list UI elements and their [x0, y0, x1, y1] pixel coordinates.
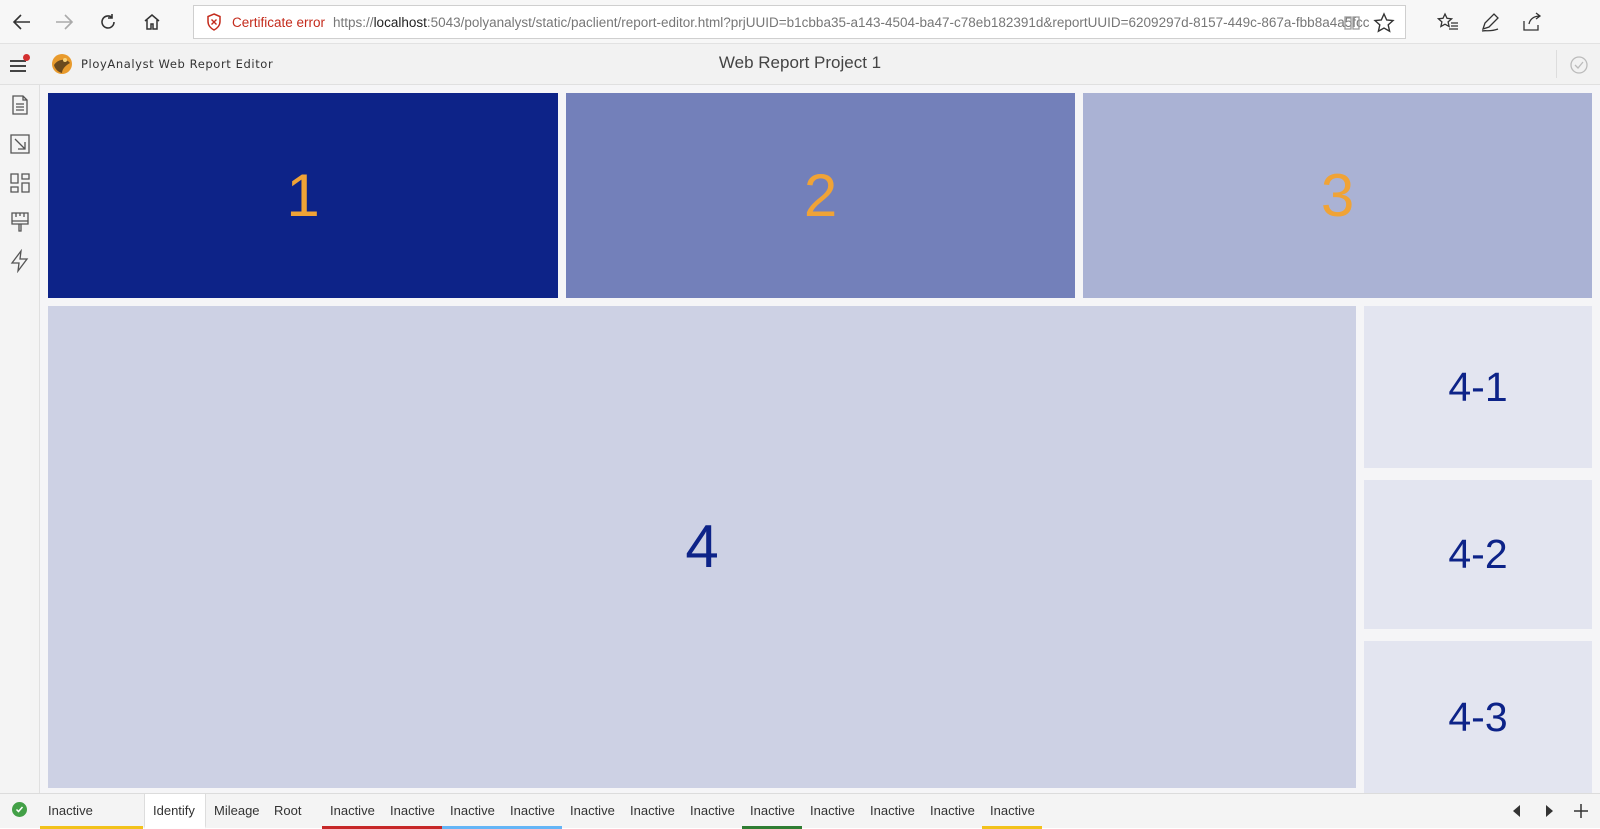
- tile-2-label: 2: [803, 161, 838, 229]
- tile-4-label: 4: [685, 513, 719, 580]
- page-tab[interactable]: Inactive: [682, 794, 742, 829]
- tile-4-2-label: 4-2: [1448, 531, 1508, 577]
- polyanalyst-logo-icon: [52, 54, 72, 74]
- scroll-right-icon[interactable]: [1540, 802, 1558, 820]
- refresh-icon: [101, 14, 115, 29]
- page-tab[interactable]: Mileage: [206, 794, 266, 829]
- url-text: https://localhost:5043/polyanalyst/stati…: [333, 15, 1369, 30]
- format-button[interactable]: [8, 210, 32, 234]
- page-tab[interactable]: Inactive: [922, 794, 982, 829]
- left-toolbar: [0, 85, 40, 793]
- grid-layout-icon: [10, 173, 30, 193]
- browser-toolbar: Certificate error https://localhost:5043…: [0, 0, 1600, 44]
- tile-4-3-label: 4-3: [1448, 693, 1508, 740]
- tile-4-2[interactable]: 4-2: [1364, 480, 1592, 629]
- address-bar[interactable]: Certificate error https://localhost:5043…: [193, 5, 1406, 39]
- layout-button[interactable]: [8, 171, 32, 195]
- check-circle-icon[interactable]: [1568, 54, 1590, 76]
- page-tab[interactable]: Inactive: [982, 794, 1042, 829]
- tile-3-label: 3: [1320, 161, 1355, 229]
- page-tab[interactable]: Root: [266, 794, 322, 829]
- tile-1[interactable]: 1: [48, 93, 558, 298]
- menu-bar: [10, 65, 26, 67]
- page-tab[interactable]: Inactive: [742, 794, 802, 829]
- page-tab[interactable]: Inactive: [322, 794, 382, 829]
- page-tab[interactable]: Identify: [144, 794, 206, 829]
- page-tab[interactable]: Inactive: [40, 794, 143, 829]
- share-icon: [1523, 12, 1542, 31]
- url-host: localhost: [373, 14, 427, 30]
- page-tab[interactable]: Inactive: [442, 794, 502, 829]
- header-divider: [1556, 50, 1557, 78]
- report-canvas: 1 2 3 4 4-1 4-2 4-3: [40, 85, 1600, 793]
- forward-button[interactable]: [48, 6, 80, 38]
- page-tab[interactable]: Inactive: [562, 794, 622, 829]
- home-button[interactable]: [136, 6, 168, 38]
- favorite-star-icon[interactable]: [1373, 12, 1395, 34]
- app-name: PloyAnalyst Web Report Editor: [81, 57, 274, 71]
- pages-button[interactable]: [8, 93, 32, 117]
- menu-button[interactable]: [8, 54, 30, 74]
- tile-4-1[interactable]: 4-1: [1364, 306, 1592, 468]
- lightning-icon: [10, 248, 29, 274]
- pen-icon: [1481, 13, 1499, 32]
- notification-dot: [23, 54, 30, 61]
- shield-warning-icon: [207, 13, 221, 31]
- back-button[interactable]: [6, 6, 38, 38]
- certificate-error-label[interactable]: Certificate error: [232, 15, 325, 30]
- refresh-button[interactable]: [92, 6, 124, 38]
- page-tab[interactable]: Inactive: [502, 794, 562, 829]
- forward-arrow-icon: [56, 14, 74, 30]
- web-note-button[interactable]: [1474, 6, 1506, 38]
- tile-4-1-label: 4-1: [1448, 363, 1508, 410]
- add-page-icon[interactable]: [1572, 802, 1590, 820]
- url-scheme: https://: [333, 14, 374, 30]
- share-button[interactable]: [1516, 6, 1548, 38]
- tile-2[interactable]: 2: [566, 93, 1075, 298]
- import-button[interactable]: [8, 132, 32, 156]
- app-header: PloyAnalyst Web Report Editor Web Report…: [0, 44, 1600, 85]
- tile-4-3[interactable]: 4-3: [1364, 641, 1592, 793]
- tile-3[interactable]: 3: [1083, 93, 1592, 298]
- status-ok-icon: [12, 802, 27, 817]
- favorites-hub-button[interactable]: [1432, 6, 1464, 38]
- actions-button[interactable]: [8, 248, 32, 274]
- reading-view-icon[interactable]: [1343, 14, 1361, 32]
- page-tab-strip: Inactive Identify Mileage Root Inactive Inact…: [0, 793, 1600, 829]
- page-tab[interactable]: Inactive: [622, 794, 682, 829]
- paint-brush-icon: [11, 212, 29, 232]
- document-icon: [12, 95, 28, 115]
- page-tab[interactable]: Inactive: [802, 794, 862, 829]
- back-arrow-icon: [12, 14, 30, 30]
- page-tab[interactable]: Inactive: [382, 794, 442, 829]
- home-icon: [144, 14, 160, 30]
- tile-1-label: 1: [286, 161, 320, 229]
- url-path: :5043/polyanalyst/static/paclient/report…: [426, 14, 1370, 30]
- favorites-list-icon: [1437, 12, 1458, 30]
- import-arrow-icon: [10, 134, 30, 154]
- tile-4[interactable]: 4: [48, 306, 1356, 788]
- scroll-left-icon[interactable]: [1508, 802, 1526, 820]
- page-tab[interactable]: Inactive: [862, 794, 922, 829]
- menu-bar: [10, 70, 26, 72]
